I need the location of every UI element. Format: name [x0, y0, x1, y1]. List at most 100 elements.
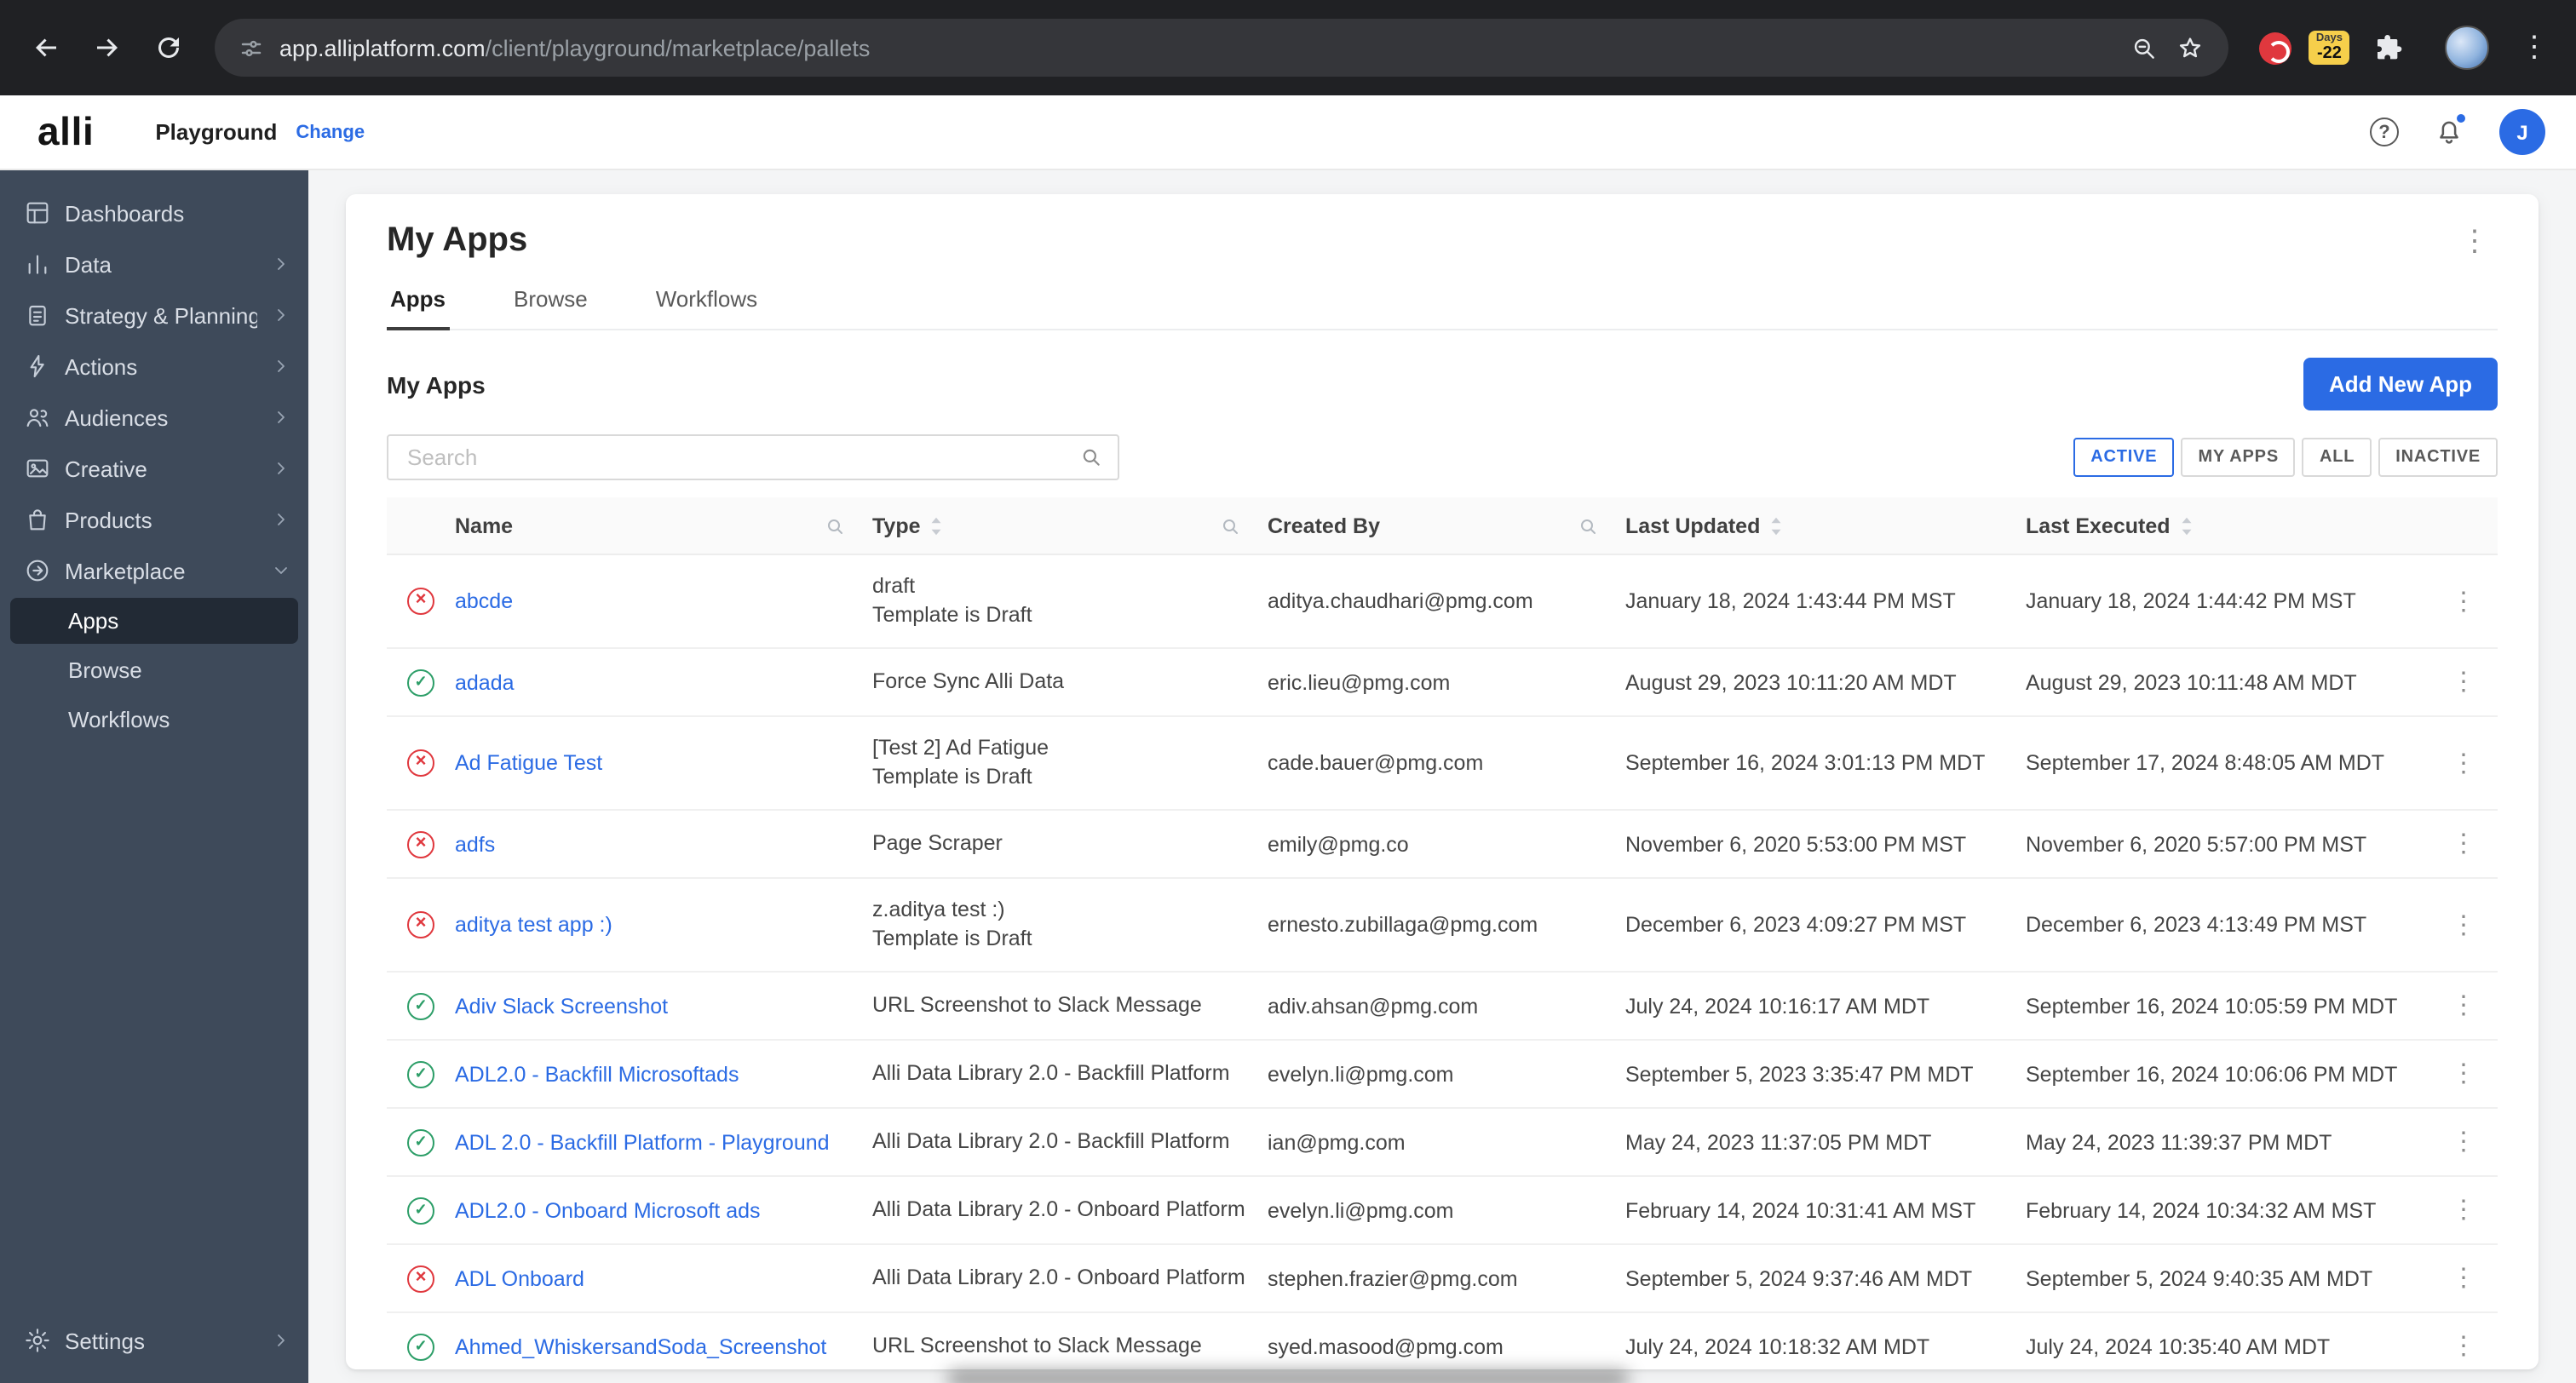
app-type: Alli Data Library 2.0 - Onboard Platform: [872, 1265, 1245, 1289]
app-name-link[interactable]: adada: [455, 670, 515, 694]
sidebar-item-marketplace[interactable]: Marketplace: [0, 545, 308, 596]
tab[interactable]: Apps: [387, 271, 449, 330]
change-workspace-link[interactable]: Change: [296, 122, 365, 142]
sidebar-item-audiences[interactable]: Audiences: [0, 392, 308, 443]
forward-button[interactable]: [78, 19, 136, 77]
status-icon: [407, 1128, 434, 1156]
filter-button[interactable]: ACTIVE: [2073, 438, 2175, 477]
column-search-icon[interactable]: [825, 515, 845, 536]
app-name-link[interactable]: ADL Onboard: [455, 1266, 584, 1290]
help-button[interactable]: ?: [2370, 118, 2399, 146]
extensions-button[interactable]: [2373, 31, 2407, 65]
sidebar-item-actions[interactable]: Actions: [0, 341, 308, 392]
zoom-button[interactable]: [2129, 32, 2159, 63]
products-icon: [29, 509, 46, 531]
table-row: abcde draft Template is Draft aditya.cha…: [387, 555, 2498, 649]
filter-button[interactable]: INACTIVE: [2378, 438, 2498, 477]
user-avatar[interactable]: J: [2499, 109, 2545, 155]
filter-button[interactable]: ALL: [2302, 438, 2372, 477]
days-counter-extension[interactable]: Days -22: [2309, 30, 2349, 66]
sort-icon[interactable]: [2179, 515, 2194, 536]
last-updated: November 6, 2020 5:53:00 PM MST: [1625, 832, 1967, 856]
refresh-icon: [158, 37, 179, 58]
sort-icon[interactable]: [1768, 515, 1784, 536]
app-name-link[interactable]: Ahmed_WhiskersandSoda_Screenshot: [455, 1334, 826, 1358]
site-info-icon[interactable]: [239, 35, 264, 60]
card-menu-button[interactable]: ⋮: [2452, 223, 2498, 259]
last-executed: July 24, 2024 10:35:40 AM MDT: [2026, 1334, 2331, 1358]
bookmark-button[interactable]: [2175, 32, 2205, 63]
sidebar-subitem[interactable]: Apps: [10, 598, 298, 644]
tab[interactable]: Browse: [510, 271, 591, 329]
app-name-link[interactable]: ADL2.0 - Onboard Microsoft ads: [455, 1198, 761, 1222]
back-button[interactable]: [17, 19, 75, 77]
sidebar-item-settings[interactable]: Settings: [0, 1315, 308, 1366]
app-name-link[interactable]: Adiv Slack Screenshot: [455, 994, 668, 1018]
sort-icon[interactable]: [929, 515, 945, 536]
app-name-link[interactable]: ADL2.0 - Backfill Microsoftads: [455, 1062, 739, 1086]
column-header-name[interactable]: Name: [455, 514, 872, 537]
app-type: URL Screenshot to Slack Message: [872, 1334, 1202, 1357]
row-menu-button[interactable]: ⋮: [2442, 990, 2485, 1022]
row-menu-button[interactable]: ⋮: [2442, 1194, 2485, 1226]
last-updated: August 29, 2023 10:11:20 AM MDT: [1625, 670, 1957, 694]
column-search-icon[interactable]: [1578, 515, 1598, 536]
app-name-link[interactable]: abcde: [455, 589, 513, 613]
created-by: evelyn.li@pmg.com: [1268, 1062, 1454, 1086]
sidebar-item-dashboards[interactable]: Dashboards: [0, 187, 308, 238]
filter-button[interactable]: MY APPS: [2181, 438, 2296, 477]
app-name-link[interactable]: ADL 2.0 - Backfill Platform - Playground: [455, 1130, 830, 1154]
row-menu-button[interactable]: ⋮: [2442, 909, 2485, 941]
refresh-button[interactable]: [140, 19, 198, 77]
sidebar-item-products[interactable]: Products: [0, 494, 308, 545]
filter-group: ACTIVE MY APPS ALL INACTIVE: [2073, 438, 2498, 477]
tab[interactable]: Workflows: [653, 271, 761, 329]
column-header-last-executed[interactable]: Last Executed: [2026, 514, 2429, 537]
created-by: stephen.frazier@pmg.com: [1268, 1266, 1518, 1290]
table-row: ADL 2.0 - Backfill Platform - Playground…: [387, 1109, 2498, 1177]
row-menu-button[interactable]: ⋮: [2442, 747, 2485, 779]
sidebar-item-strategy-planning[interactable]: Strategy & Planning: [0, 290, 308, 341]
column-header-type[interactable]: Type: [872, 514, 1268, 537]
search-box: [387, 434, 1119, 480]
created-by: eric.lieu@pmg.com: [1268, 670, 1451, 694]
sidebar-subitem[interactable]: Browse: [10, 647, 298, 693]
app-type: Force Sync Alli Data: [872, 669, 1065, 693]
status-icon: [407, 1060, 434, 1087]
sidebar-item-data[interactable]: Data: [0, 238, 308, 290]
table-row: ADL2.0 - Backfill Microsoftads Alli Data…: [387, 1041, 2498, 1109]
notifications-button[interactable]: [2433, 112, 2467, 148]
column-search-icon[interactable]: [1220, 515, 1240, 536]
app-name-link[interactable]: aditya test app :): [455, 913, 612, 937]
app-name-link[interactable]: Ad Fatigue Test: [455, 751, 602, 775]
chevron-right-icon: [278, 411, 285, 423]
url-bar[interactable]: app.alliplatform.com/client/playground/m…: [215, 19, 2229, 77]
browser-profile-avatar[interactable]: [2445, 26, 2489, 70]
last-executed: November 6, 2020 5:57:00 PM MST: [2026, 832, 2367, 856]
search-input[interactable]: [404, 443, 1080, 472]
last-executed: September 5, 2024 9:40:35 AM MDT: [2026, 1266, 2373, 1290]
row-menu-button[interactable]: ⋮: [2442, 1330, 2485, 1363]
strategy-icon: [29, 305, 46, 326]
last-executed: May 24, 2023 11:39:37 PM MDT: [2026, 1130, 2332, 1154]
row-menu-button[interactable]: ⋮: [2442, 828, 2485, 860]
sidebar-subitem[interactable]: Workflows: [10, 697, 298, 743]
row-menu-button[interactable]: ⋮: [2442, 1262, 2485, 1294]
row-menu-button[interactable]: ⋮: [2442, 585, 2485, 617]
url-path: /client/playground/marketplace/pallets: [485, 35, 871, 60]
browser-menu-button[interactable]: ⋮: [2510, 31, 2559, 65]
alli-logo[interactable]: alli: [37, 109, 94, 155]
settings-gear-icon: [26, 1328, 49, 1352]
sidebar-item-creative[interactable]: Creative: [0, 443, 308, 494]
column-header-last-updated[interactable]: Last Updated: [1625, 514, 2026, 537]
section-title: My Apps: [387, 370, 486, 398]
add-new-app-button[interactable]: Add New App: [2303, 358, 2498, 410]
row-menu-button[interactable]: ⋮: [2442, 1126, 2485, 1158]
row-menu-button[interactable]: ⋮: [2442, 1058, 2485, 1090]
row-menu-button[interactable]: ⋮: [2442, 666, 2485, 698]
extension-icon-red[interactable]: [2259, 32, 2292, 64]
column-header-created-by[interactable]: Created By: [1268, 514, 1625, 537]
app-name-link[interactable]: adfs: [455, 832, 495, 856]
last-updated: May 24, 2023 11:37:05 PM MDT: [1625, 1130, 1932, 1154]
